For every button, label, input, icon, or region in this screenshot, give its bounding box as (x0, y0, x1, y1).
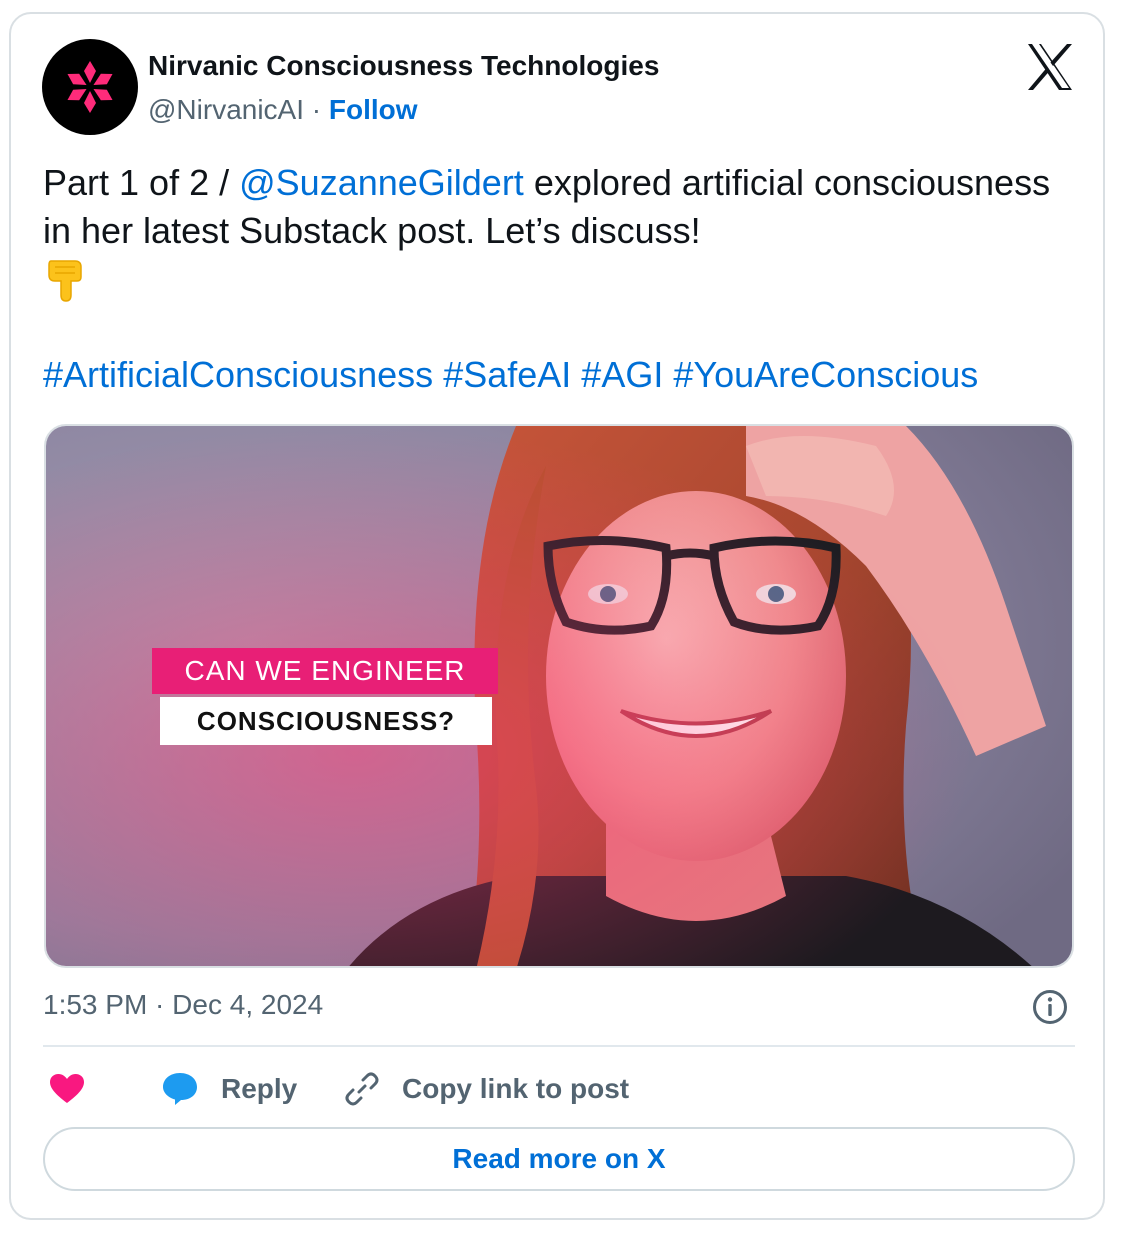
hashtag-list: #ArtificialConsciousness #SafeAI #AGI #Y… (43, 351, 1083, 399)
like-button[interactable] (49, 1066, 85, 1112)
author-handle-row: @NirvanicAI · Follow (148, 94, 418, 126)
author-name[interactable]: Nirvanic Consciousness Technologies (148, 50, 659, 82)
hashtag-link[interactable]: #YouAreConscious (673, 354, 978, 395)
copy-link-button[interactable]: Copy link to post (344, 1066, 629, 1112)
heart-icon (50, 1074, 84, 1103)
reply-button[interactable]: Reply (161, 1066, 297, 1112)
action-bar: Reply Copy link to post (49, 1066, 1049, 1112)
x-logo-icon[interactable] (1025, 42, 1075, 92)
avatar[interactable] (42, 39, 138, 135)
hashtag-link[interactable]: #AGI (581, 354, 663, 395)
emoji-line (43, 255, 1083, 303)
banner-line-2: CONSCIOUSNESS? (160, 697, 492, 745)
speech-bubble-icon (163, 1073, 197, 1105)
follow-button[interactable]: Follow (329, 94, 418, 125)
banner-line-1: CAN WE ENGINEER (152, 648, 498, 694)
timestamp-date: Dec 4, 2024 (172, 989, 324, 1020)
timestamp-separator: · (147, 989, 173, 1020)
pointing-down-hand-icon (48, 260, 82, 302)
pink-flower-logo-icon (67, 61, 113, 113)
author-handle[interactable]: @NirvanicAI (148, 94, 304, 125)
read-more-button[interactable]: Read more on X (43, 1127, 1075, 1191)
media-image[interactable]: CAN WE ENGINEER CONSCIOUSNESS? (44, 424, 1074, 968)
timestamp-time: 1:53 PM (43, 989, 148, 1020)
tweet-text: Part 1 of 2 / @SuzanneGildert explored a… (43, 159, 1083, 399)
timestamp[interactable]: 1:53 PM · Dec 4, 2024 (43, 989, 323, 1021)
info-icon[interactable] (1032, 989, 1068, 1025)
copy-link-label: Copy link to post (402, 1073, 630, 1104)
reply-label: Reply (221, 1073, 298, 1104)
hashtag-link[interactable]: #SafeAI (443, 354, 571, 395)
handle-separator: · (304, 94, 329, 125)
tweet-card: Nirvanic Consciousness Technologies @Nir… (9, 12, 1105, 1220)
mention-link[interactable]: @SuzanneGildert (239, 162, 524, 203)
divider (43, 1045, 1075, 1047)
hashtag-link[interactable]: #ArtificialConsciousness (43, 354, 433, 395)
tweet-prefix: Part 1 of 2 / (43, 162, 240, 203)
link-icon (345, 1072, 379, 1106)
